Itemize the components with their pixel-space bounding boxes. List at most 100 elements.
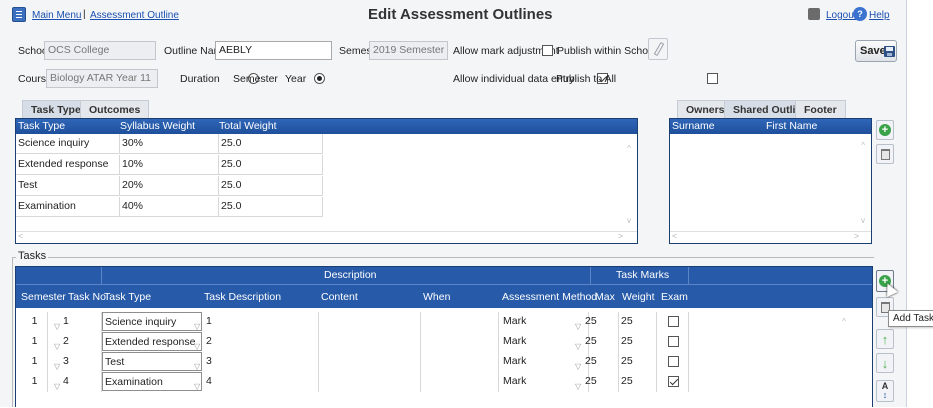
col-total-weight[interactable]: Total Weight [219, 119, 277, 134]
task-type-select[interactable]: Test [102, 352, 202, 371]
task-types-scroll-down[interactable]: v [627, 216, 631, 225]
content-cell[interactable] [319, 372, 421, 392]
main-menu-link[interactable]: Main Menu [32, 10, 81, 21]
syllabus-weight-cell[interactable]: 20% [120, 176, 219, 196]
col-tasks-task-type[interactable]: Task Type [104, 291, 151, 303]
task-description-cell[interactable]: 3 [204, 352, 319, 372]
publish-to-all-checkbox[interactable] [707, 73, 719, 84]
logout-link[interactable]: Logout [826, 10, 857, 21]
task-type-row[interactable]: Science inquiry 30% 25.0 [16, 134, 323, 154]
task-type-row[interactable]: Examination 40% 25.0 [16, 197, 323, 217]
move-task-up-button[interactable]: ↑ [876, 329, 894, 349]
semester-cell[interactable]: 1 [16, 352, 48, 372]
total-weight-cell[interactable]: 25.0 [219, 176, 323, 196]
assessment-outline-link[interactable]: Assessment Outline [90, 10, 179, 21]
max-cell[interactable]: 25 [583, 352, 619, 372]
task-type-cell[interactable]: Science inquiry [16, 134, 120, 154]
max-cell[interactable]: 25 [583, 372, 619, 392]
exam-checkbox[interactable] [668, 336, 679, 347]
tab-outcomes[interactable]: Outcomes [80, 100, 150, 118]
task-type-cell[interactable]: Extended response [16, 155, 120, 175]
weight-cell[interactable]: 25 [619, 372, 657, 392]
weight-cell[interactable]: 25 [619, 332, 657, 352]
exam-cell[interactable] [657, 332, 689, 352]
col-exam[interactable]: Exam [661, 291, 688, 303]
task-no-cell[interactable]: 3 [61, 352, 102, 372]
weight-cell[interactable]: 25 [619, 352, 657, 372]
col-task-type[interactable]: Task Type [18, 119, 65, 134]
task-types-scroll-up[interactable]: ^ [627, 144, 631, 153]
task-description-cell[interactable]: 4 [204, 372, 319, 392]
when-cell[interactable] [421, 332, 499, 352]
task-type-select[interactable]: Extended response [102, 332, 202, 351]
col-max[interactable]: Max [595, 291, 615, 303]
sort-tasks-button[interactable]: A ↕ [876, 380, 894, 402]
task-type-row[interactable]: Extended response 10% 25.0 [16, 155, 323, 175]
when-cell[interactable] [421, 312, 499, 332]
allow-mark-adjustment-checkbox[interactable] [542, 45, 553, 56]
tasks-scroll-up[interactable]: ^ [842, 317, 846, 326]
task-type-select[interactable]: Examination [102, 372, 202, 391]
col-syllabus-weight[interactable]: Syllabus Weight [120, 119, 195, 134]
semester-cell[interactable]: 1 [16, 372, 48, 392]
tab-footer[interactable]: Footer [795, 100, 846, 118]
save-button[interactable]: Save [855, 40, 897, 62]
task-type-cell[interactable]: Examination [16, 197, 120, 217]
col-assessment-method[interactable]: Assessment Method [502, 291, 597, 303]
task-row[interactable]: 1 ▽ 4 Examination ▽ 4 Mark ▽ 25 25 [16, 372, 689, 392]
task-description-cell[interactable]: 2 [204, 332, 319, 352]
content-cell[interactable] [319, 332, 421, 352]
col-weight[interactable]: Weight [622, 291, 655, 303]
syllabus-weight-cell[interactable]: 30% [120, 134, 219, 154]
task-row[interactable]: 1 ▽ 3 Test ▽ 3 Mark ▽ 25 25 [16, 352, 689, 372]
task-type-select[interactable]: Science inquiry [102, 312, 202, 331]
help-icon[interactable]: ? [853, 7, 867, 21]
delete-owner-button[interactable] [876, 144, 894, 164]
total-weight-cell[interactable]: 25.0 [219, 134, 323, 154]
exam-cell[interactable] [657, 372, 689, 392]
exam-cell[interactable] [657, 312, 689, 332]
syllabus-weight-cell[interactable]: 10% [120, 155, 219, 175]
when-cell[interactable] [421, 352, 499, 372]
col-task-description[interactable]: Task Description [204, 291, 281, 303]
total-weight-cell[interactable]: 25.0 [219, 155, 323, 175]
max-cell[interactable]: 25 [583, 312, 619, 332]
col-content[interactable]: Content [321, 291, 358, 303]
syllabus-weight-cell[interactable]: 40% [120, 197, 219, 217]
owners-scroll-up[interactable]: ^ [861, 141, 865, 150]
exam-checkbox[interactable] [668, 316, 679, 327]
col-surname[interactable]: Surname [672, 119, 715, 134]
move-task-down-button[interactable]: ↓ [876, 353, 894, 373]
content-cell[interactable] [319, 352, 421, 372]
col-first-name[interactable]: First Name [766, 119, 817, 134]
task-row[interactable]: 1 ▽ 1 Science inquiry ▽ 1 Mark ▽ 25 25 [16, 312, 689, 332]
semester-cell[interactable]: 1 [16, 312, 48, 332]
exam-checkbox[interactable] [668, 356, 679, 367]
logout-icon[interactable] [808, 8, 820, 20]
task-type-row[interactable]: Test 20% 25.0 [16, 176, 323, 196]
add-owner-button[interactable]: + [876, 120, 894, 140]
task-description-cell[interactable]: 1 [204, 312, 319, 332]
owners-hscroll[interactable]: < > [670, 231, 871, 243]
duration-year-radio[interactable] [314, 73, 326, 84]
task-no-cell[interactable]: 4 [61, 372, 102, 392]
total-weight-cell[interactable]: 25.0 [219, 197, 323, 217]
max-cell[interactable]: 25 [583, 332, 619, 352]
semester-cell[interactable]: 1 [16, 332, 48, 352]
col-task-no[interactable]: Task No [68, 291, 106, 303]
exam-cell[interactable] [657, 352, 689, 372]
outline-name-input[interactable]: AEBLY [215, 41, 332, 60]
owners-scroll-down[interactable]: v [861, 216, 865, 225]
exam-checkbox[interactable] [668, 376, 679, 387]
col-when[interactable]: When [423, 291, 450, 303]
task-types-hscroll[interactable]: < > [16, 231, 637, 243]
content-cell[interactable] [319, 312, 421, 332]
task-row[interactable]: 1 ▽ 2 Extended response ▽ 2 Mark ▽ 25 25 [16, 332, 689, 352]
pencil-icon[interactable] [648, 38, 668, 60]
task-no-cell[interactable]: 2 [61, 332, 102, 352]
task-no-cell[interactable]: 1 [61, 312, 102, 332]
when-cell[interactable] [421, 372, 499, 392]
weight-cell[interactable]: 25 [619, 312, 657, 332]
help-link[interactable]: Help [869, 10, 890, 21]
task-type-cell[interactable]: Test [16, 176, 120, 196]
